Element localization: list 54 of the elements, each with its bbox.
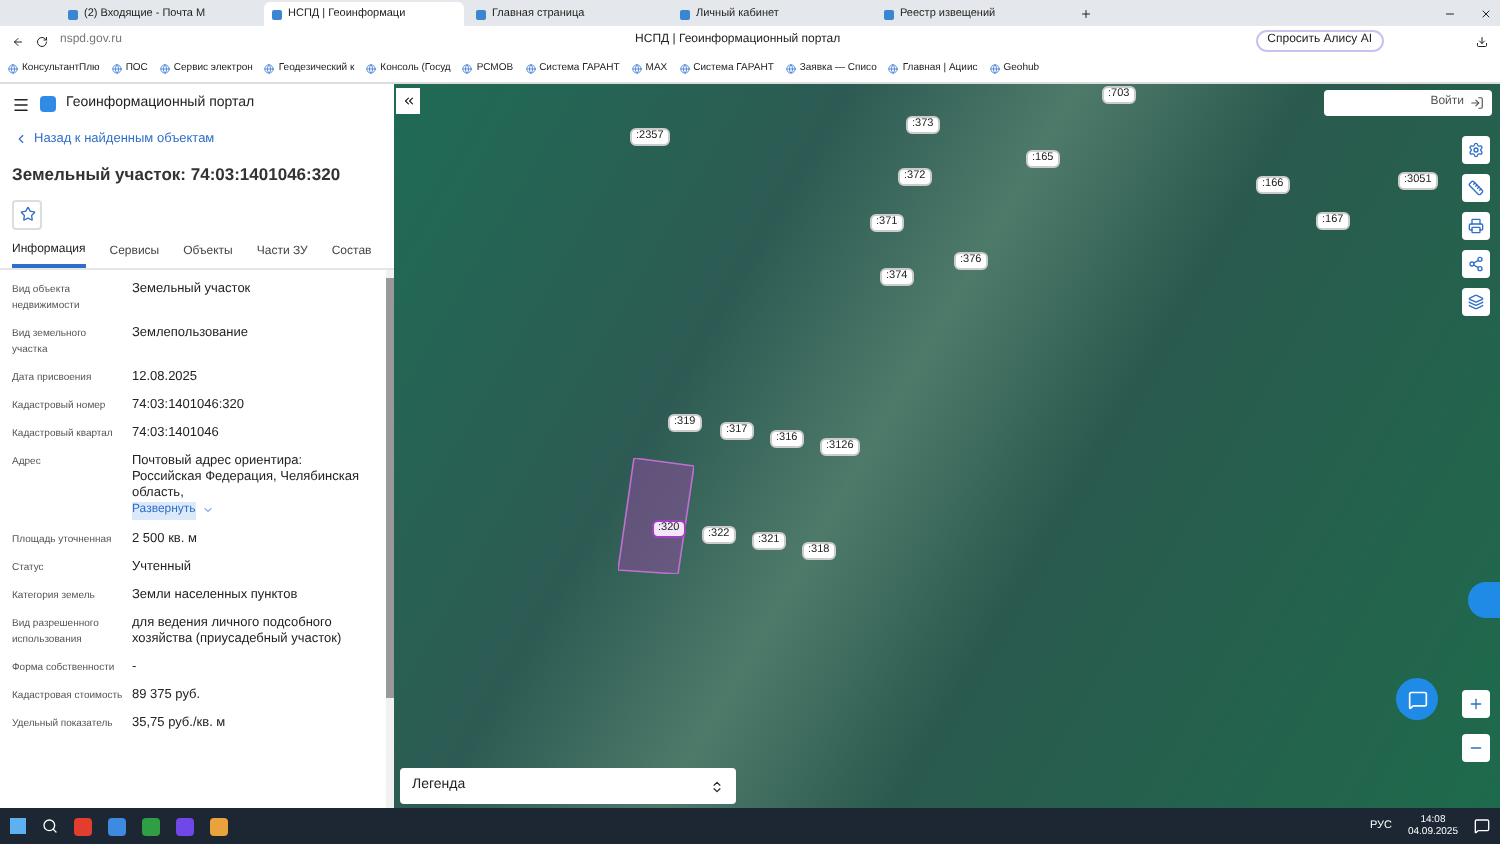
tab-favicon-icon [680,9,690,19]
map-tool-button[interactable] [1462,136,1490,164]
map-tool-button[interactable] [1462,174,1490,202]
login-icon [1470,96,1484,110]
scrollbar[interactable] [386,269,394,808]
object-title: Земельный участок: 74:03:1401046:320 [10,161,343,187]
layers-icon [1468,294,1484,310]
map-tool-button[interactable] [1462,288,1490,316]
zoom-out-button[interactable] [1462,734,1490,762]
tab-favicon-icon [884,9,894,19]
tab-favicon-icon [68,9,78,19]
plus-icon [1468,696,1484,712]
new-tab-icon[interactable] [1080,8,1092,20]
search-icon[interactable] [42,818,58,834]
chevron-left-icon [14,132,28,147]
star-icon [19,206,35,222]
tab-favicon-icon [476,9,486,19]
bookmark-icon [264,64,275,74]
bookmark-icon [785,64,796,74]
bookmark-icon [679,64,690,74]
bookmark-icon [525,64,536,74]
bookmark-icon [366,64,377,74]
tab-favicon-icon [272,9,282,19]
printer-icon [1468,218,1484,234]
map-tool-button[interactable] [1462,250,1490,278]
share-icon [1468,256,1484,272]
bookmark-icon [631,64,642,74]
chat-button[interactable] [1396,678,1438,720]
start-icon[interactable] [10,818,26,834]
reload-icon[interactable] [36,35,48,47]
bookmark-icon [159,64,170,74]
bookmark-icon [462,64,473,74]
notification-icon[interactable] [1474,818,1490,834]
map-tool-button[interactable] [1462,212,1490,240]
ruler-icon [1468,180,1484,196]
bookmark-icon [989,64,1000,74]
minimize-icon[interactable] [1444,8,1456,20]
download-icon[interactable] [1476,35,1488,47]
sort-icon [710,779,724,793]
double-chevron-icon [401,94,415,108]
bookmark-icon [8,64,18,74]
parcel-outline [618,458,694,574]
close-icon[interactable] [1480,8,1492,20]
chevron-down-icon [201,504,214,516]
favorite-button[interactable] [12,199,42,229]
logo-icon [40,96,56,112]
bookmark-icon [888,64,899,74]
menu-icon[interactable] [12,95,30,113]
bookmark-icon [111,64,122,74]
chat-icon [1407,689,1427,709]
back-icon[interactable] [12,35,24,47]
gear-icon [1468,142,1484,158]
collapse-button[interactable] [396,88,420,114]
zoom-in-button[interactable] [1462,690,1490,718]
